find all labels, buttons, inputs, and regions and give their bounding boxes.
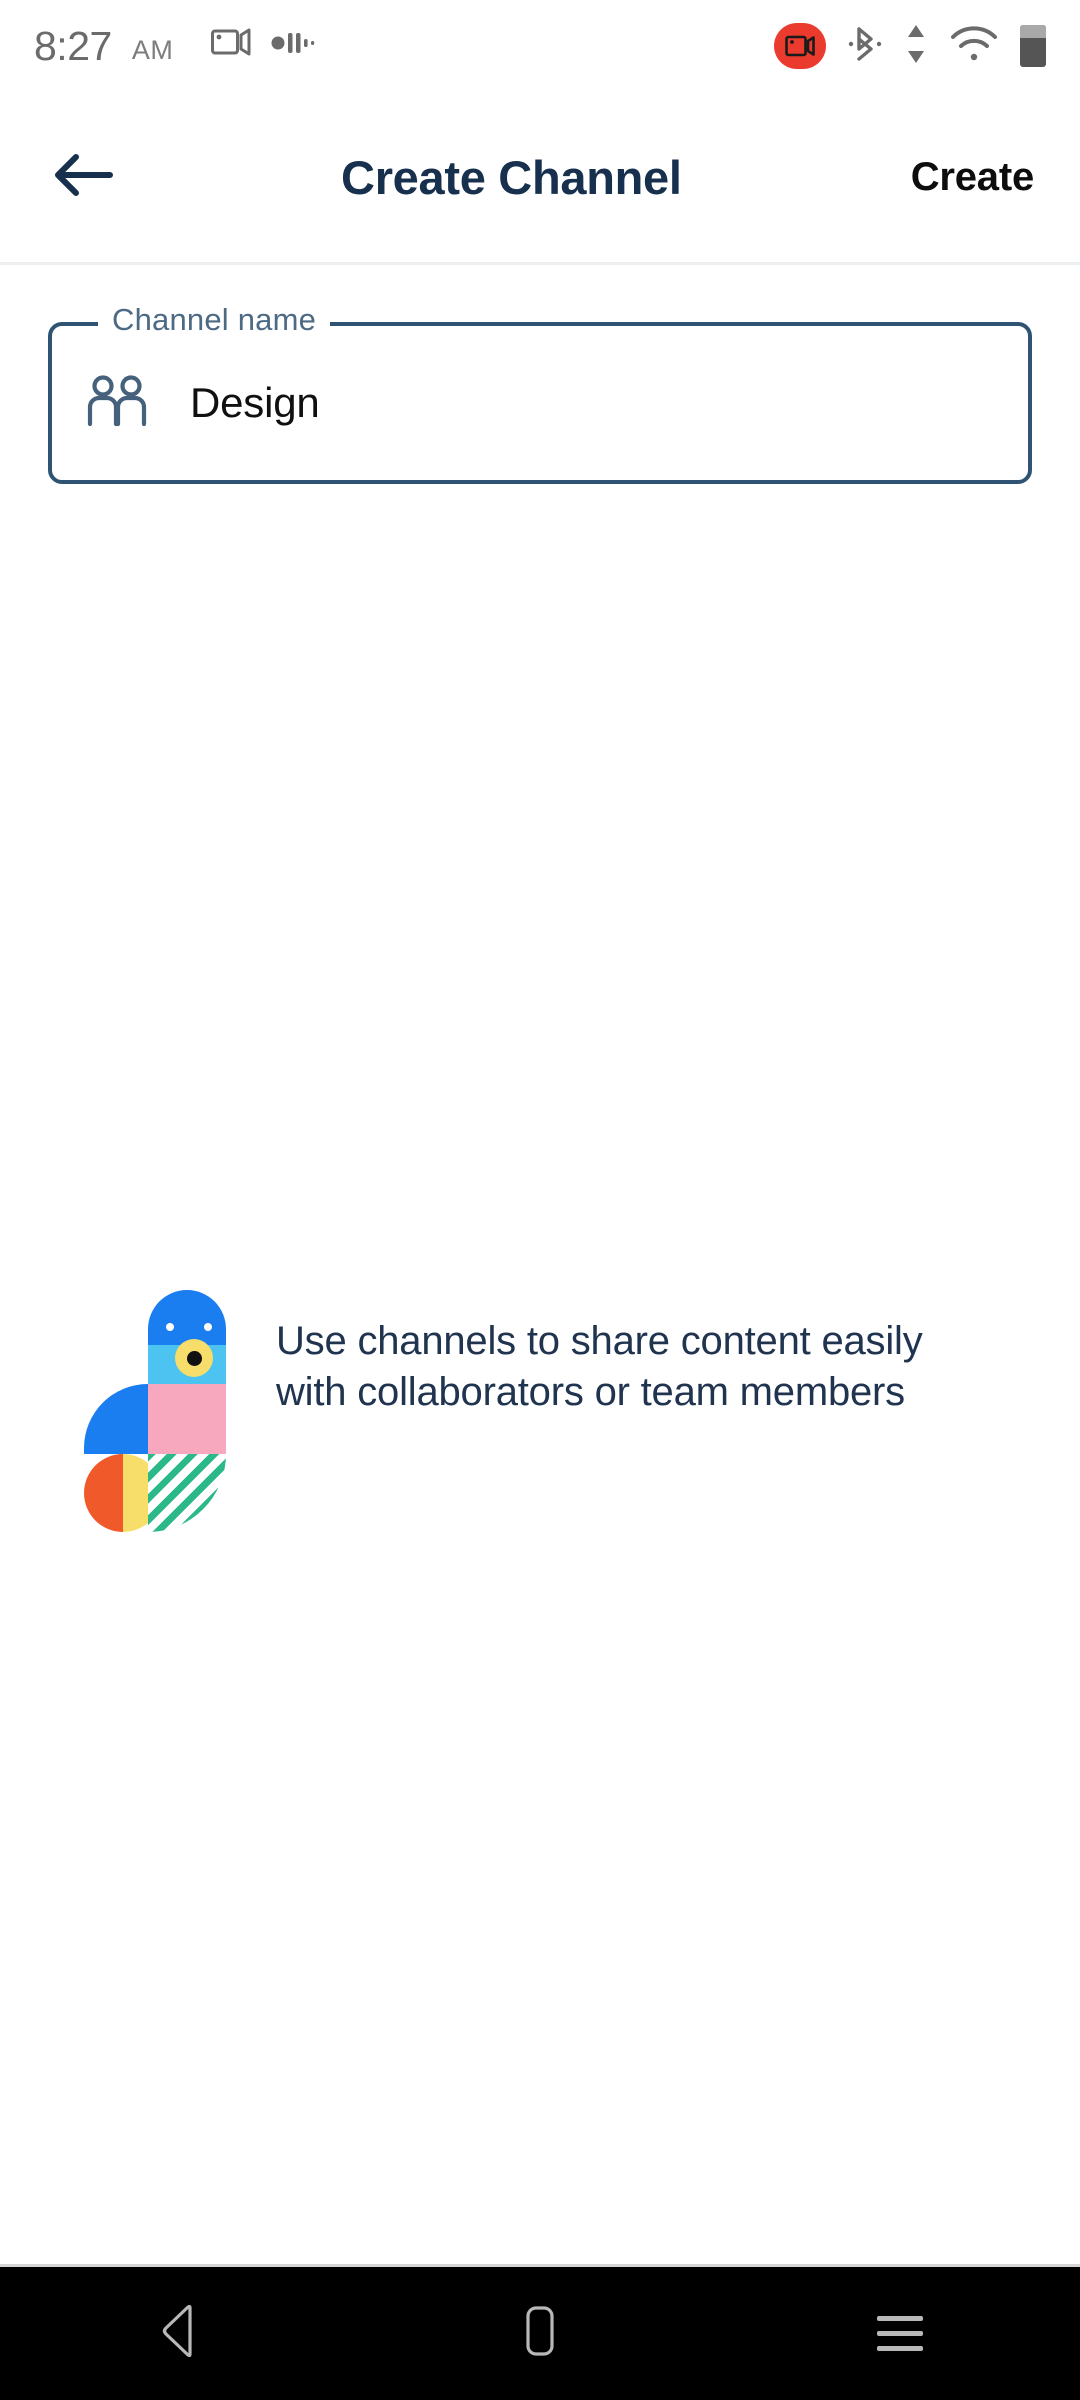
status-bar-ampm: AM bbox=[131, 34, 174, 65]
back-button[interactable] bbox=[40, 133, 128, 221]
nav-back-button[interactable] bbox=[90, 2267, 270, 2400]
create-button[interactable]: Create bbox=[905, 143, 1040, 212]
app-bar: Create Channel Create bbox=[0, 92, 1080, 262]
home-square-icon bbox=[518, 2303, 562, 2364]
people-icon bbox=[86, 374, 148, 433]
page-title: Create Channel bbox=[341, 150, 682, 204]
audio-waveform-icon bbox=[271, 30, 315, 61]
bluetooth-icon bbox=[848, 22, 882, 71]
battery-icon bbox=[1020, 25, 1046, 67]
nav-recents-button[interactable] bbox=[810, 2267, 990, 2400]
channel-name-field-wrapper: Design Channel name bbox=[48, 302, 1032, 484]
phone-screen: 8:27 AM Create Channel Create Design Cha… bbox=[0, 0, 1080, 2400]
status-bar-left: 8:27 AM bbox=[34, 22, 315, 69]
nav-home-button[interactable] bbox=[450, 2267, 630, 2400]
recents-lines-icon bbox=[877, 2316, 923, 2351]
channel-name-value: Design bbox=[190, 379, 320, 426]
android-nav-bar bbox=[0, 2267, 1080, 2400]
illustration-big-eye bbox=[175, 1339, 213, 1377]
status-bar-right bbox=[774, 22, 1046, 71]
back-arrow-icon bbox=[53, 149, 115, 206]
wifi-icon bbox=[950, 25, 998, 68]
channel-info-message: Use channels to share content easily wit… bbox=[276, 1319, 923, 1415]
illustration-striped-quarter bbox=[148, 1454, 226, 1532]
illustration-eye-right bbox=[204, 1323, 212, 1331]
abstract-bird-illustration bbox=[84, 1290, 226, 1532]
channel-info-block: Use channels to share content easily wit… bbox=[0, 1290, 1080, 1532]
data-transfer-icon bbox=[904, 22, 928, 71]
channel-name-label: Channel name bbox=[98, 302, 331, 338]
screen-record-badge-icon bbox=[774, 23, 826, 69]
illustration-body bbox=[148, 1384, 226, 1454]
illustration-wing bbox=[84, 1384, 148, 1454]
status-bar: 8:27 AM bbox=[0, 0, 1080, 92]
status-bar-clock: 8:27 bbox=[34, 22, 112, 69]
illustration-eye-left bbox=[166, 1323, 174, 1331]
app-bar-divider bbox=[0, 262, 1080, 265]
channel-name-input[interactable]: Design bbox=[48, 322, 1032, 484]
back-triangle-icon bbox=[154, 2303, 206, 2364]
screen-record-video-icon bbox=[211, 26, 251, 63]
